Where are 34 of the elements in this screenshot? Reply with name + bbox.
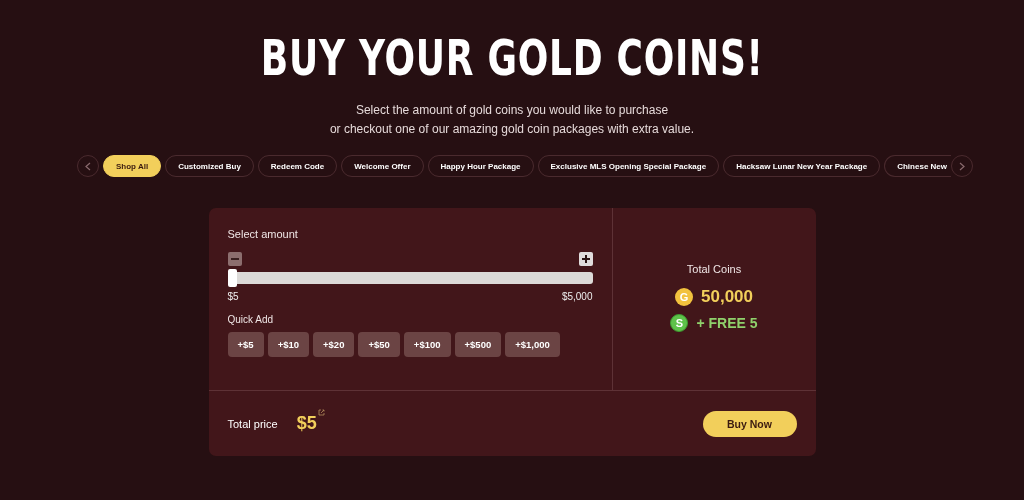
category-tab[interactable]: Shop All [103, 155, 162, 177]
edit-icon[interactable] [317, 409, 325, 416]
quick-add-button[interactable]: +$20 [313, 332, 355, 357]
minus-icon [230, 258, 239, 260]
plus-icon [581, 255, 590, 263]
next-button[interactable] [951, 155, 973, 177]
total-price-label: Total price [227, 417, 278, 430]
max-amount: $5,000 [561, 291, 593, 302]
coin-amount: 50,000 [701, 287, 753, 307]
subtitle-line: or checkout one of our amazing gold coin packages with extra value. [329, 121, 695, 138]
quick-add-button[interactable]: +$10 [267, 332, 310, 357]
slider-thumb[interactable] [227, 269, 237, 287]
subtitle-line: Select the amount of gold coins you would like to purchase [354, 102, 670, 119]
chevron-left-icon [85, 161, 91, 171]
previous-button[interactable] [77, 155, 99, 177]
minus-button[interactable] [227, 252, 242, 266]
quick-add-button[interactable]: +$50 [358, 332, 400, 357]
select-amount-label: Select amount [227, 228, 299, 240]
total-coins-label: Total Coins [686, 263, 742, 275]
bonus-coin-amount: + FREE 5 [696, 315, 758, 331]
min-amount: $5 [227, 291, 239, 302]
quick-add-button[interactable]: +$100 [403, 332, 451, 357]
quick-add-button[interactable]: +$5 [227, 332, 264, 357]
coin-icon: G [675, 288, 693, 306]
quick-add-label: Quick Add [227, 314, 275, 325]
buy-now-button[interactable]: Buy Now [702, 410, 797, 437]
quick-add-button[interactable]: +$1,000 [505, 332, 560, 357]
quick-add-button[interactable]: +$500 [454, 332, 502, 357]
page-title: BUY YOUR GOLD COINS! [260, 28, 764, 88]
chevron-right-icon [959, 161, 965, 171]
total-price-value: $5 [296, 413, 317, 434]
plus-button[interactable] [578, 252, 593, 266]
bonus-coin-icon: S [670, 314, 689, 332]
amount-slider[interactable] [227, 269, 593, 287]
